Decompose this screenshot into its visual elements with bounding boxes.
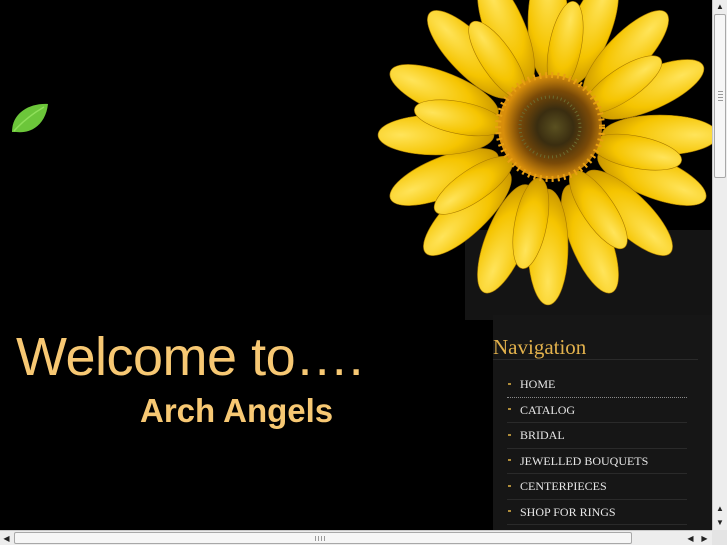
arrow-left-icon[interactable]: ◀ [0,532,13,544]
nav-item-centerpieces[interactable]: CENTERPIECES [507,474,687,500]
bullet-icon [507,484,513,488]
scrollbar-corner [712,530,727,545]
horizontal-scroll-thumb[interactable] [14,532,632,544]
leaf-icon [12,103,48,133]
nav-item-label[interactable]: HOME [520,372,555,396]
bullet-icon [507,382,513,386]
vertical-scroll-thumb[interactable] [714,14,726,178]
page-viewport: Welcome to…. Arch Angels Navigation HOME… [0,0,712,530]
bullet-icon [507,433,513,437]
bullet-icon [507,408,513,411]
arrow-down-icon[interactable]: ▼ [714,516,726,529]
sunflower-image [377,0,712,306]
nav-item-jewelled-bouquets[interactable]: JEWELLED BOUQUETS [507,449,687,474]
navigation-divider [493,359,698,360]
nav-item-label[interactable]: JEWELLED BOUQUETS [520,449,648,473]
nav-item-label[interactable]: CENTERPIECES [520,474,607,498]
welcome-heading: Welcome to…. [16,327,364,387]
nav-item-home[interactable]: HOME [507,372,687,398]
brand-name: Arch Angels [140,392,334,429]
navigation-title: Navigation [493,335,587,359]
nav-item-shop-for-rings[interactable]: SHOP FOR RINGS [507,500,687,525]
navigation-panel: Navigation HOME CATALOG BRIDAL JEWELLED … [493,315,712,530]
horizontal-scrollbar[interactable]: ◀ ◀ ▶ [0,530,712,545]
arrow-left-icon[interactable]: ◀ [684,532,697,544]
nav-item-label[interactable]: CATALOG [520,398,575,422]
nav-item-catalog[interactable]: CATALOG [507,398,687,423]
arrow-up-icon[interactable]: ▲ [714,502,726,515]
grip-icon [315,536,327,541]
navigation-list: HOME CATALOG BRIDAL JEWELLED BOUQUETS CE… [507,372,687,525]
grip-icon [718,91,723,101]
arrow-up-icon[interactable]: ▲ [714,0,726,13]
arrow-right-icon[interactable]: ▶ [698,532,711,544]
nav-item-label[interactable]: SHOP FOR RINGS [520,500,616,524]
bullet-icon [507,510,513,513]
nav-item-bridal[interactable]: BRIDAL [507,423,687,449]
bullet-icon [507,459,513,462]
vertical-scrollbar[interactable]: ▲ ▲ ▼ [712,0,727,530]
nav-item-label[interactable]: BRIDAL [520,423,565,447]
